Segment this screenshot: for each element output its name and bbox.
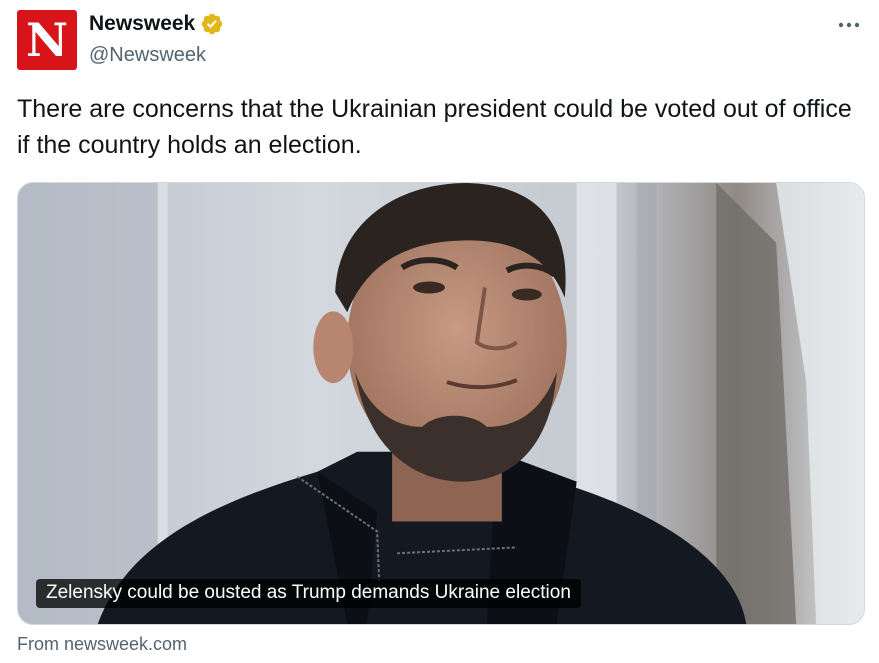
display-name[interactable]: Newsweek: [89, 12, 195, 36]
card-headline: Zelensky could be ousted as Trump demand…: [36, 579, 581, 608]
link-preview-card[interactable]: Zelensky could be ousted as Trump demand…: [17, 182, 865, 625]
account-handle[interactable]: @Newsweek: [89, 44, 206, 67]
avatar[interactable]: N: [17, 10, 77, 70]
avatar-letter: N: [25, 13, 69, 67]
article-photo: [18, 183, 864, 624]
author-name-row: Newsweek: [89, 12, 224, 36]
card-source-link[interactable]: From newsweek.com: [17, 634, 187, 655]
more-options-button[interactable]: [835, 14, 863, 36]
verified-badge-icon: [200, 12, 224, 36]
tweet-text: There are concerns that the Ukrainian pr…: [17, 95, 852, 159]
more-horizontal-icon: [838, 22, 860, 28]
